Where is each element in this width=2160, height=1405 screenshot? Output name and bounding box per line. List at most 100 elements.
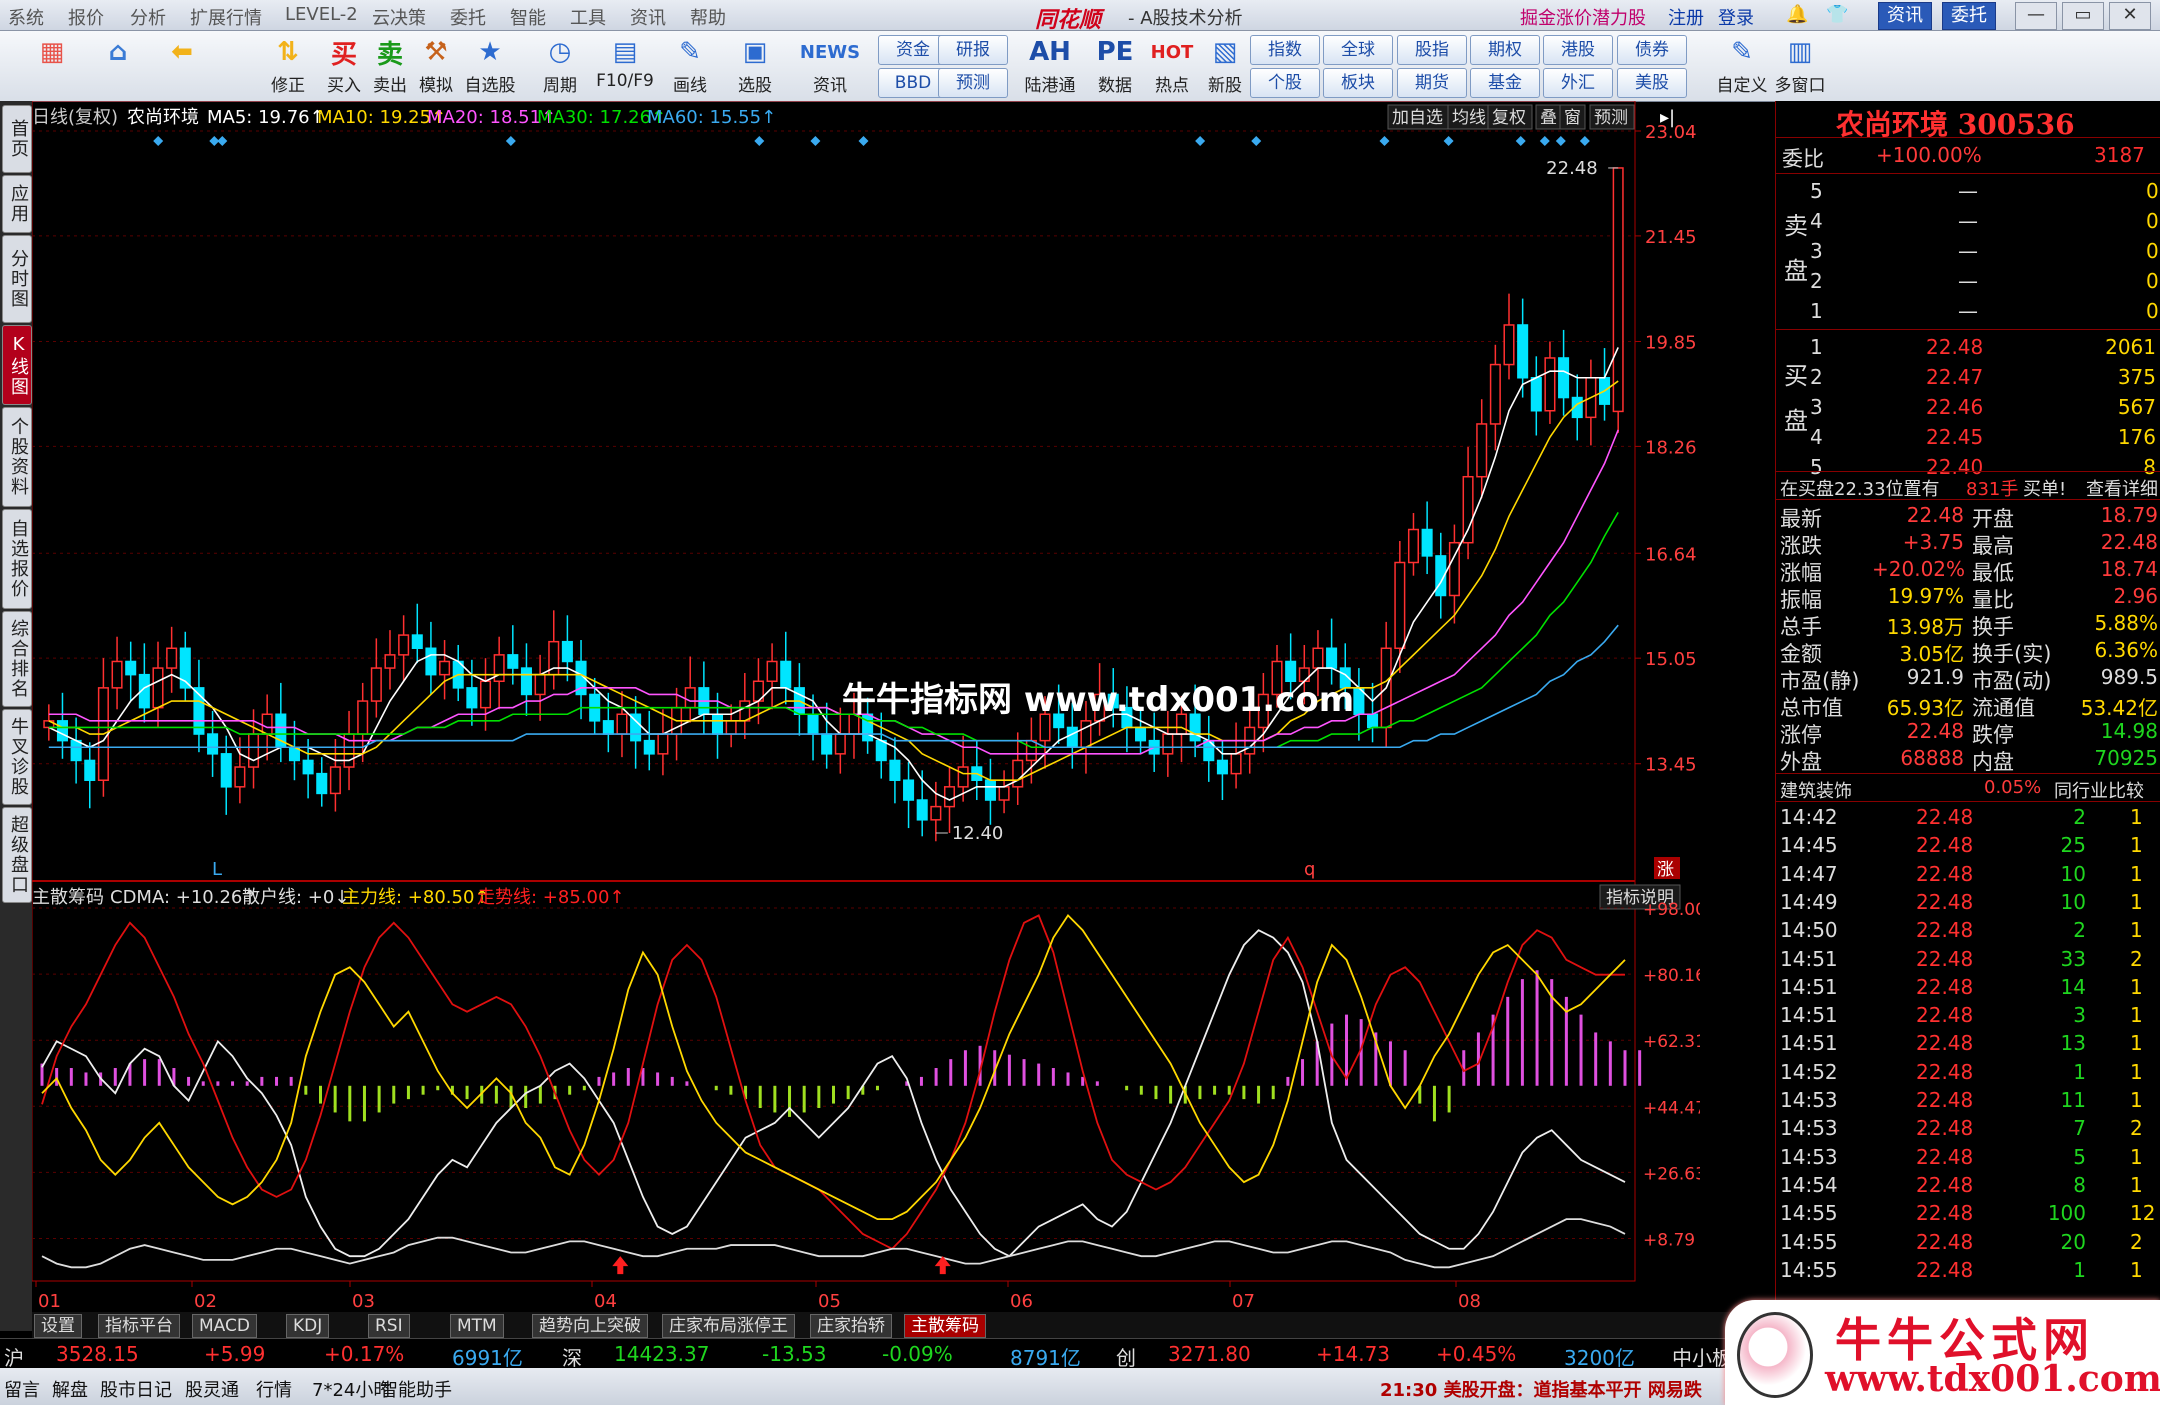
indicator-tab-4[interactable]: RSI bbox=[368, 1314, 410, 1338]
bell-icon[interactable]: 🔔 bbox=[1786, 4, 1808, 25]
shirt-icon[interactable]: 👕 bbox=[1826, 4, 1848, 25]
left-tab-6[interactable]: 综合排名 bbox=[2, 611, 32, 707]
menu-item[interactable]: 扩展行情 bbox=[190, 4, 262, 30]
toolbar-quick-button[interactable]: 基金 bbox=[1470, 68, 1540, 98]
left-tab-8[interactable]: 超级盘口 bbox=[2, 807, 32, 903]
indicator-tab-1[interactable]: 指标平台 bbox=[98, 1314, 180, 1338]
indicator-tick-label: +26.63 bbox=[1643, 1164, 1700, 1184]
menu-item[interactable]: 系统 bbox=[8, 4, 44, 30]
chart-toolbar-button[interactable]: 预测 bbox=[1594, 108, 1628, 128]
menu-item[interactable]: 帮助 bbox=[690, 4, 726, 30]
promo-link[interactable]: 掘金涨价潜力股 bbox=[1520, 4, 1646, 30]
left-tab-0[interactable]: 首页 bbox=[2, 105, 32, 173]
indicator-tab-7[interactable]: 庄家布局涨停王 bbox=[662, 1314, 795, 1338]
candle bbox=[84, 742, 96, 809]
tick-count: 1 bbox=[2130, 1059, 2143, 1084]
tick-time: 14:53 bbox=[1780, 1116, 1838, 1141]
toolbar-button-16[interactable]: ▧ 新股 bbox=[1195, 33, 1255, 96]
status-item-6[interactable]: 智能助手 bbox=[380, 1376, 452, 1402]
toolbar-button-12[interactable]: NEWS 资讯 bbox=[800, 33, 860, 97]
toolbar-button-6[interactable]: ⚒ 模拟 bbox=[406, 33, 466, 96]
chart-area[interactable]: 23.0421.4519.8518.2616.6415.0513.45日线(复权… bbox=[32, 101, 1700, 1316]
toolbar-quick-button[interactable]: 研报 bbox=[938, 35, 1008, 65]
toolbar-button-9[interactable]: ▤ F10/F9 bbox=[595, 33, 655, 91]
menu-item[interactable]: 云决策 bbox=[372, 4, 426, 30]
news-ticker[interactable]: 21:30 美股开盘：道指基本平开 网易跌 bbox=[1380, 1376, 1702, 1402]
left-tab-2[interactable]: 分时图 bbox=[2, 235, 32, 323]
chart-toolbar-button[interactable]: 均线 bbox=[1452, 108, 1486, 128]
status-item-1[interactable]: 解盘 bbox=[52, 1376, 88, 1402]
menu-item[interactable]: 报价 bbox=[68, 4, 104, 30]
industry-compare-link[interactable]: 同行业比较 bbox=[2054, 777, 2144, 803]
toolbar-quick-button[interactable]: 全球 bbox=[1323, 35, 1393, 65]
indicator-tab-8[interactable]: 庄家抬轿 bbox=[810, 1314, 892, 1338]
toolbar-quick-button[interactable]: 板块 bbox=[1323, 68, 1393, 98]
chart-toolbar-button[interactable]: 加自选 bbox=[1392, 108, 1443, 128]
index-more[interactable]: 中小板 bbox=[1672, 1342, 1732, 1371]
indicator-tab-0[interactable]: 设置 bbox=[34, 1314, 82, 1338]
toolbar-quick-button[interactable]: 个股 bbox=[1250, 68, 1320, 98]
indicator-tab-2[interactable]: MACD bbox=[192, 1314, 257, 1338]
toolbar-quick-button[interactable]: 股指 bbox=[1397, 35, 1467, 65]
menu-item[interactable]: 工具 bbox=[570, 4, 606, 30]
indicator-tick-label: +8.79 bbox=[1643, 1230, 1695, 1250]
menu-item[interactable]: 资讯 bbox=[630, 4, 666, 30]
toolbar-button-15[interactable]: HOT 热点 bbox=[1142, 33, 1202, 97]
order-detail-link[interactable]: 查看详细 bbox=[2086, 475, 2158, 501]
industry-name: 建筑装饰 bbox=[1780, 781, 1852, 802]
register-link[interactable]: 注册 bbox=[1668, 4, 1704, 30]
indicator-tab-5[interactable]: MTM bbox=[450, 1314, 504, 1338]
toolbar-button-17[interactable]: ✎ 自定义 bbox=[1712, 33, 1772, 96]
status-item-4[interactable]: 行情 bbox=[256, 1376, 292, 1402]
restore-button[interactable]: ▭ bbox=[2062, 2, 2104, 30]
custom-icon: ✎ bbox=[1731, 37, 1753, 67]
chart-toolbar-button[interactable]: 复权 bbox=[1492, 108, 1526, 128]
toolbar-button-3[interactable]: ⇅ 修正 bbox=[258, 33, 318, 96]
candle bbox=[1489, 344, 1501, 451]
status-item-2[interactable]: 股市日记 bbox=[100, 1376, 172, 1402]
indicator-tab-6[interactable]: 趋势向上突破 bbox=[532, 1314, 648, 1338]
indicator-tab-9[interactable]: 主散筹码 bbox=[904, 1314, 986, 1338]
toolbar-button-18[interactable]: ▥ 多窗口 bbox=[1770, 33, 1830, 96]
toolbar-button-10[interactable]: ✎ 画线 bbox=[660, 33, 720, 96]
candle bbox=[875, 712, 887, 779]
menu-item[interactable]: 智能 bbox=[510, 4, 546, 30]
menu-item[interactable]: 分析 bbox=[130, 4, 166, 30]
toolbar-quick-button[interactable]: 外汇 bbox=[1543, 68, 1613, 98]
expand-arrow-icon[interactable]: ▸| bbox=[1660, 107, 1675, 128]
indicator-tab-3[interactable]: KDJ bbox=[286, 1314, 330, 1338]
trade-button[interactable]: 委托 bbox=[1942, 2, 1996, 30]
left-tab-4[interactable]: 个股资料 bbox=[2, 407, 32, 507]
toolbar-quick-button[interactable]: 美股 bbox=[1617, 68, 1687, 98]
toolbar-button-2[interactable]: ⬅ bbox=[152, 33, 212, 71]
toolbar-quick-button[interactable]: 期权 bbox=[1470, 35, 1540, 65]
quote-panel: 农尚环境 300536 委比 +100.00% 3187 卖盘 5—0 4—0 3—0 2—0 1… bbox=[1775, 101, 2160, 1316]
toolbar-button-14[interactable]: PE 数据 bbox=[1085, 33, 1145, 96]
toolbar-button-0[interactable]: ▦ bbox=[22, 33, 82, 71]
toolbar-button-7[interactable]: ★ 自选股 bbox=[460, 33, 520, 96]
minimize-button[interactable]: — bbox=[2015, 2, 2057, 30]
news-button[interactable]: 资讯 bbox=[1878, 2, 1932, 30]
toolbar-quick-button[interactable]: 期货 bbox=[1397, 68, 1467, 98]
toolbar-button-13[interactable]: AH 陆港通 bbox=[1020, 33, 1080, 96]
toolbar-quick-button[interactable]: 预测 bbox=[938, 68, 1008, 98]
toolbar-button-1[interactable]: ⌂ bbox=[88, 33, 148, 71]
close-button[interactable]: ✕ bbox=[2109, 2, 2151, 30]
toolbar-button-11[interactable]: ▣ 选股 bbox=[725, 33, 785, 96]
status-item-0[interactable]: 留言 bbox=[4, 1376, 40, 1402]
status-item-3[interactable]: 股灵通 bbox=[185, 1376, 239, 1402]
toolbar-quick-button[interactable]: 债券 bbox=[1617, 35, 1687, 65]
login-link[interactable]: 登录 bbox=[1718, 4, 1754, 30]
chart-toolbar-button[interactable]: 窗 bbox=[1564, 108, 1581, 128]
left-tab-1[interactable]: 应用 bbox=[2, 175, 32, 233]
chart-toolbar-button[interactable]: 叠 bbox=[1540, 108, 1557, 128]
toolbar-quick-button[interactable]: 港股 bbox=[1543, 35, 1613, 65]
left-tab-7[interactable]: 牛叉诊股 bbox=[2, 709, 32, 805]
tick-count: 1 bbox=[2130, 918, 2143, 943]
toolbar-quick-button[interactable]: 指数 bbox=[1250, 35, 1320, 65]
left-tab-5[interactable]: 自选报价 bbox=[2, 509, 32, 609]
left-tab-3[interactable]: K线图 bbox=[2, 325, 32, 405]
toolbar-button-8[interactable]: ◷ 周期 bbox=[530, 33, 590, 96]
menu-item[interactable]: 委托 bbox=[450, 4, 486, 30]
menu-item[interactable]: LEVEL-2 bbox=[285, 4, 358, 25]
